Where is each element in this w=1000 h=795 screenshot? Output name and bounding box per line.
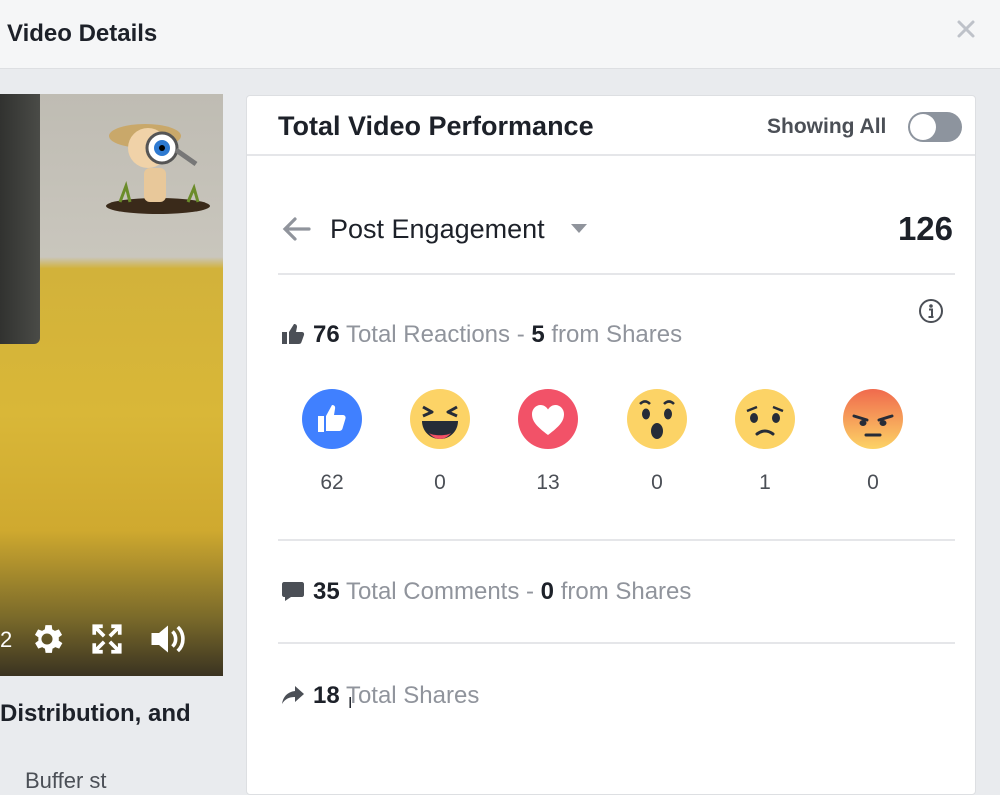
metric-dropdown[interactable]: Post Engagement — [330, 214, 545, 245]
reactions-from-shares-label: from Shares — [551, 321, 683, 348]
reactions-separator: - — [510, 321, 532, 348]
fullscreen-icon[interactable] — [90, 622, 124, 656]
dialog-title: Video Details — [7, 20, 158, 47]
reaction-angry: 0 — [843, 389, 903, 495]
wow-count: 0 — [651, 471, 663, 494]
like-count: 62 — [320, 471, 344, 494]
toggle-knob — [910, 114, 936, 140]
reaction-like: 62 — [302, 389, 362, 495]
text-cursor-icon: I — [348, 695, 353, 712]
like-reaction-icon — [302, 389, 362, 449]
haha-reaction-icon — [410, 389, 470, 449]
close-icon[interactable] — [954, 17, 978, 41]
reaction-wow: 0 — [627, 389, 687, 495]
haha-count: 0 — [434, 471, 446, 494]
comments-label: Total Comments — [345, 578, 520, 605]
reactions-summary: 76 Total Reactions - 5 from Shares — [281, 321, 682, 349]
mascot-logo-icon — [106, 124, 210, 214]
share-arrow-icon — [282, 686, 304, 704]
reactions-from-shares-count: 5 — [531, 321, 545, 348]
panel-title: Total Video Performance — [278, 111, 594, 141]
reaction-haha: 0 — [410, 389, 470, 495]
gear-icon[interactable] — [28, 620, 66, 658]
info-icon[interactable] — [918, 298, 944, 324]
sad-count: 1 — [759, 471, 771, 494]
video-description: Buffer st — [25, 768, 107, 793]
metric-selector-row: Post Engagement 126 — [278, 206, 958, 256]
reaction-love: 13 — [518, 389, 578, 495]
comment-icon — [282, 582, 304, 601]
sad-reaction-icon — [735, 389, 795, 449]
video-controls: 2 — [0, 604, 223, 676]
love-reaction-icon — [518, 389, 578, 449]
comments-separator: - — [519, 578, 541, 605]
angry-count: 0 — [867, 471, 879, 494]
divider — [278, 539, 955, 541]
time-fragment: 2 — [0, 627, 13, 652]
thumbs-up-icon — [282, 324, 305, 344]
chevron-down-icon[interactable] — [570, 223, 588, 235]
showing-all-toggle[interactable] — [908, 112, 962, 142]
reactions-count: 76 — [313, 321, 340, 348]
comments-from-shares-count: 0 — [540, 578, 555, 605]
video-title: Distribution, and — [0, 700, 191, 727]
shares-count: 18 — [313, 682, 340, 709]
panel-header: Total Video Performance Showing All — [247, 96, 975, 156]
video-player[interactable]: 2 — [0, 94, 223, 676]
comments-count: 35 — [313, 578, 340, 605]
back-arrow-icon[interactable] — [280, 214, 312, 244]
video-chalkboard — [0, 94, 40, 344]
reaction-sad: 1 — [735, 389, 795, 495]
wow-reaction-icon — [627, 389, 687, 449]
divider — [278, 642, 955, 644]
shares-summary: 18 Total Shares — [281, 682, 479, 710]
love-count: 13 — [536, 471, 560, 494]
volume-icon[interactable] — [148, 621, 188, 657]
reactions-label: Total Reactions — [345, 321, 511, 348]
comments-from-shares-label: from Shares — [560, 578, 692, 605]
video-performance-panel: Total Video Performance Showing All Post… — [246, 95, 976, 795]
metric-total: 126 — [897, 210, 953, 247]
angry-reaction-icon — [843, 389, 903, 449]
divider — [278, 273, 955, 275]
comments-summary: 35 Total Comments - 0 from Shares — [281, 578, 691, 606]
showing-all-label: Showing All — [767, 115, 887, 138]
dialog-header: Video Details — [0, 0, 1000, 69]
shares-label: Total Shares — [345, 682, 480, 709]
